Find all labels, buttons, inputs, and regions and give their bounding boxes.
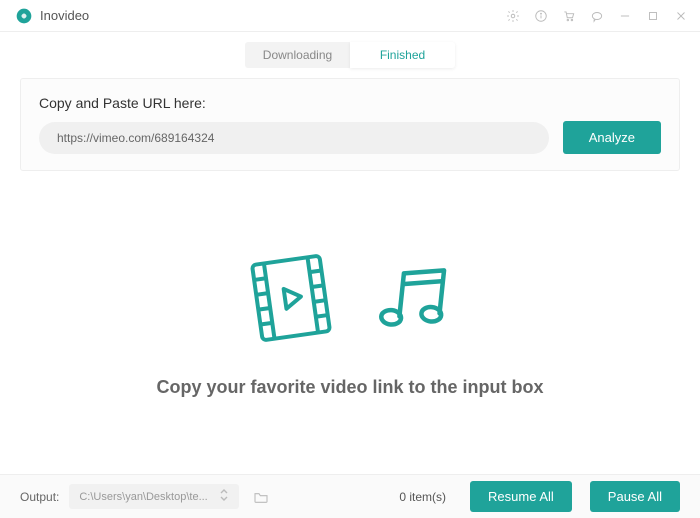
item-count: 0 item(s) [399,490,446,504]
app-title: Inovideo [40,8,89,23]
empty-state: Copy your favorite video link to the inp… [0,171,700,474]
info-icon[interactable] [534,9,548,23]
output-label: Output: [20,490,59,504]
tab-downloading[interactable]: Downloading [245,42,350,68]
output-path-selector[interactable]: C:\Users\yan\Desktop\te... [69,484,239,509]
music-note-icon [369,253,459,346]
output-path-text: C:\Users\yan\Desktop\te... [79,491,207,503]
tab-finished[interactable]: Finished [350,42,455,68]
maximize-icon[interactable] [646,9,660,23]
url-label: Copy and Paste URL here: [39,95,661,111]
chevron-updown-icon [219,489,229,504]
film-icon [241,248,341,351]
minimize-icon[interactable] [618,9,632,23]
footer: Output: C:\Users\yan\Desktop\te... 0 ite… [0,474,700,518]
chat-icon[interactable] [590,9,604,23]
analyze-button[interactable]: Analyze [563,121,661,154]
url-row: Analyze [39,121,661,154]
empty-message: Copy your favorite video link to the inp… [156,377,543,398]
titlebar: Inovideo [0,0,700,32]
cart-icon[interactable] [562,9,576,23]
url-section: Copy and Paste URL here: Analyze [20,78,680,171]
resume-all-button[interactable]: Resume All [470,481,572,512]
url-input[interactable] [39,122,549,154]
close-icon[interactable] [674,9,688,23]
pause-all-button[interactable]: Pause All [590,481,680,512]
settings-icon[interactable] [506,9,520,23]
titlebar-actions [506,9,688,23]
empty-illustration [241,248,459,351]
open-folder-icon[interactable] [253,490,269,504]
app-logo-icon [16,8,32,24]
tabs: Downloading Finished [0,32,700,78]
